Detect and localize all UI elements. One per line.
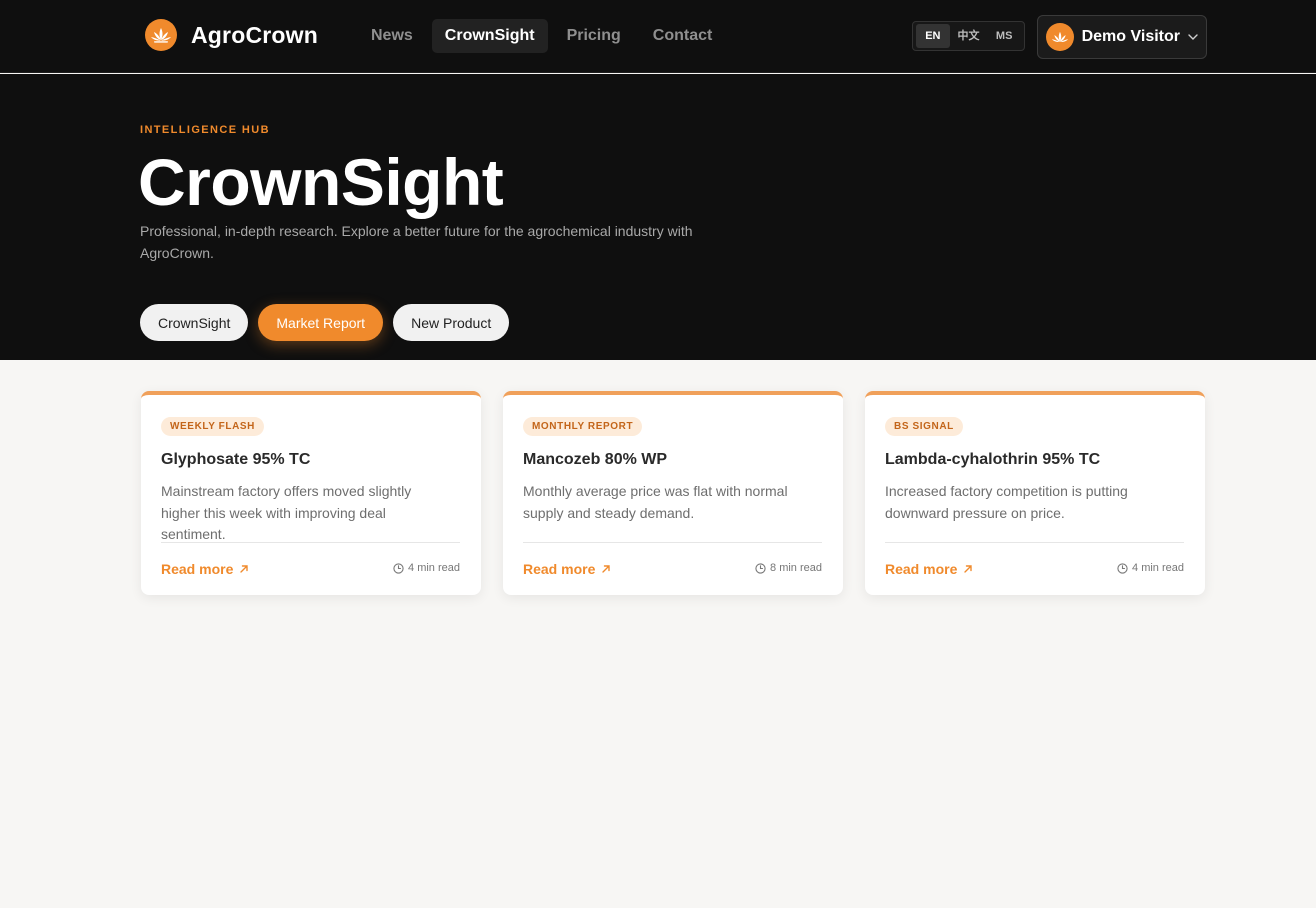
main-nav: News CrownSight Pricing Contact (358, 19, 725, 53)
top-navigation-bar: AgroCrown News CrownSight Pricing Contac… (0, 0, 1316, 73)
read-time: 4 min read (393, 562, 460, 574)
lotus-logo-icon (145, 19, 177, 51)
report-description: Monthly average price was flat with norm… (523, 483, 788, 521)
report-tag: MONTHLY REPORT (523, 417, 643, 436)
report-description: Mainstream factory offers moved slightly… (161, 483, 412, 542)
report-title: Lambda-cyhalothrin 95% TC (885, 451, 1101, 468)
brand-name: AgroCrown (191, 21, 319, 48)
filter-new-product[interactable]: New Product (393, 304, 510, 341)
report-title: Glyphosate 95% TC (161, 451, 311, 468)
user-menu-button[interactable]: Demo Visitor (1037, 15, 1207, 59)
clock-icon (393, 562, 404, 574)
hero-section: INTELLIGENCE HUB CrownSight Professional… (0, 74, 1316, 360)
clock-icon (1117, 562, 1128, 574)
report-card: MONTHLY REPORT Mancozeb 80% WP Monthly a… (503, 391, 843, 595)
report-card-list: WEEKLY FLASH Glyphosate 95% TC Mainstrea… (141, 391, 1205, 595)
language-option-ms[interactable]: MS (987, 24, 1021, 48)
read-time: 8 min read (755, 562, 822, 574)
language-option-en[interactable]: EN (916, 24, 950, 48)
read-time: 4 min read (1117, 562, 1184, 574)
filter-market-report[interactable]: Market Report (258, 304, 384, 341)
chevron-down-icon (1188, 31, 1198, 43)
report-tag: WEEKLY FLASH (161, 417, 264, 436)
hero-eyebrow: INTELLIGENCE HUB (140, 124, 270, 136)
nav-item-pricing[interactable]: Pricing (554, 19, 634, 53)
nav-item-contact[interactable]: Contact (640, 19, 726, 53)
read-more-label: Read more (161, 561, 234, 577)
language-option-zh[interactable]: 中文 (952, 24, 986, 48)
card-divider (161, 542, 460, 543)
arrow-up-right-icon (964, 565, 973, 573)
report-title: Mancozeb 80% WP (523, 451, 668, 468)
nav-item-news[interactable]: News (358, 19, 426, 53)
read-more-label: Read more (885, 561, 958, 577)
hero-subtitle: Professional, in-depth research. Explore… (140, 223, 693, 261)
arrow-up-right-icon (602, 565, 611, 573)
user-name: Demo Visitor (1081, 28, 1180, 45)
read-more-label: Read more (523, 561, 596, 577)
page-title: CrownSight (138, 145, 504, 219)
read-more-link[interactable]: Read more (885, 561, 973, 577)
read-time-label: 4 min read (408, 562, 460, 574)
arrow-up-right-icon (240, 565, 249, 573)
read-time-label: 8 min read (770, 562, 822, 574)
report-tag: BS SIGNAL (885, 417, 963, 436)
report-card: WEEKLY FLASH Glyphosate 95% TC Mainstrea… (141, 391, 481, 595)
clock-icon (755, 562, 766, 574)
language-switcher: EN 中文 MS (912, 21, 1025, 51)
nav-item-crownsight[interactable]: CrownSight (431, 19, 548, 53)
read-time-label: 4 min read (1132, 562, 1184, 574)
card-divider (885, 542, 1184, 543)
brand-logo-link[interactable]: AgroCrown (145, 19, 318, 51)
avatar (1046, 23, 1074, 51)
report-card: BS SIGNAL Lambda-cyhalothrin 95% TC Incr… (865, 391, 1205, 595)
category-filters: CrownSight Market Report New Product (140, 304, 510, 341)
filter-crownsight[interactable]: CrownSight (140, 304, 249, 341)
read-more-link[interactable]: Read more (161, 561, 249, 577)
report-description: Increased factory competition is putting… (885, 483, 1128, 521)
read-more-link[interactable]: Read more (523, 561, 611, 577)
card-divider (523, 542, 822, 543)
